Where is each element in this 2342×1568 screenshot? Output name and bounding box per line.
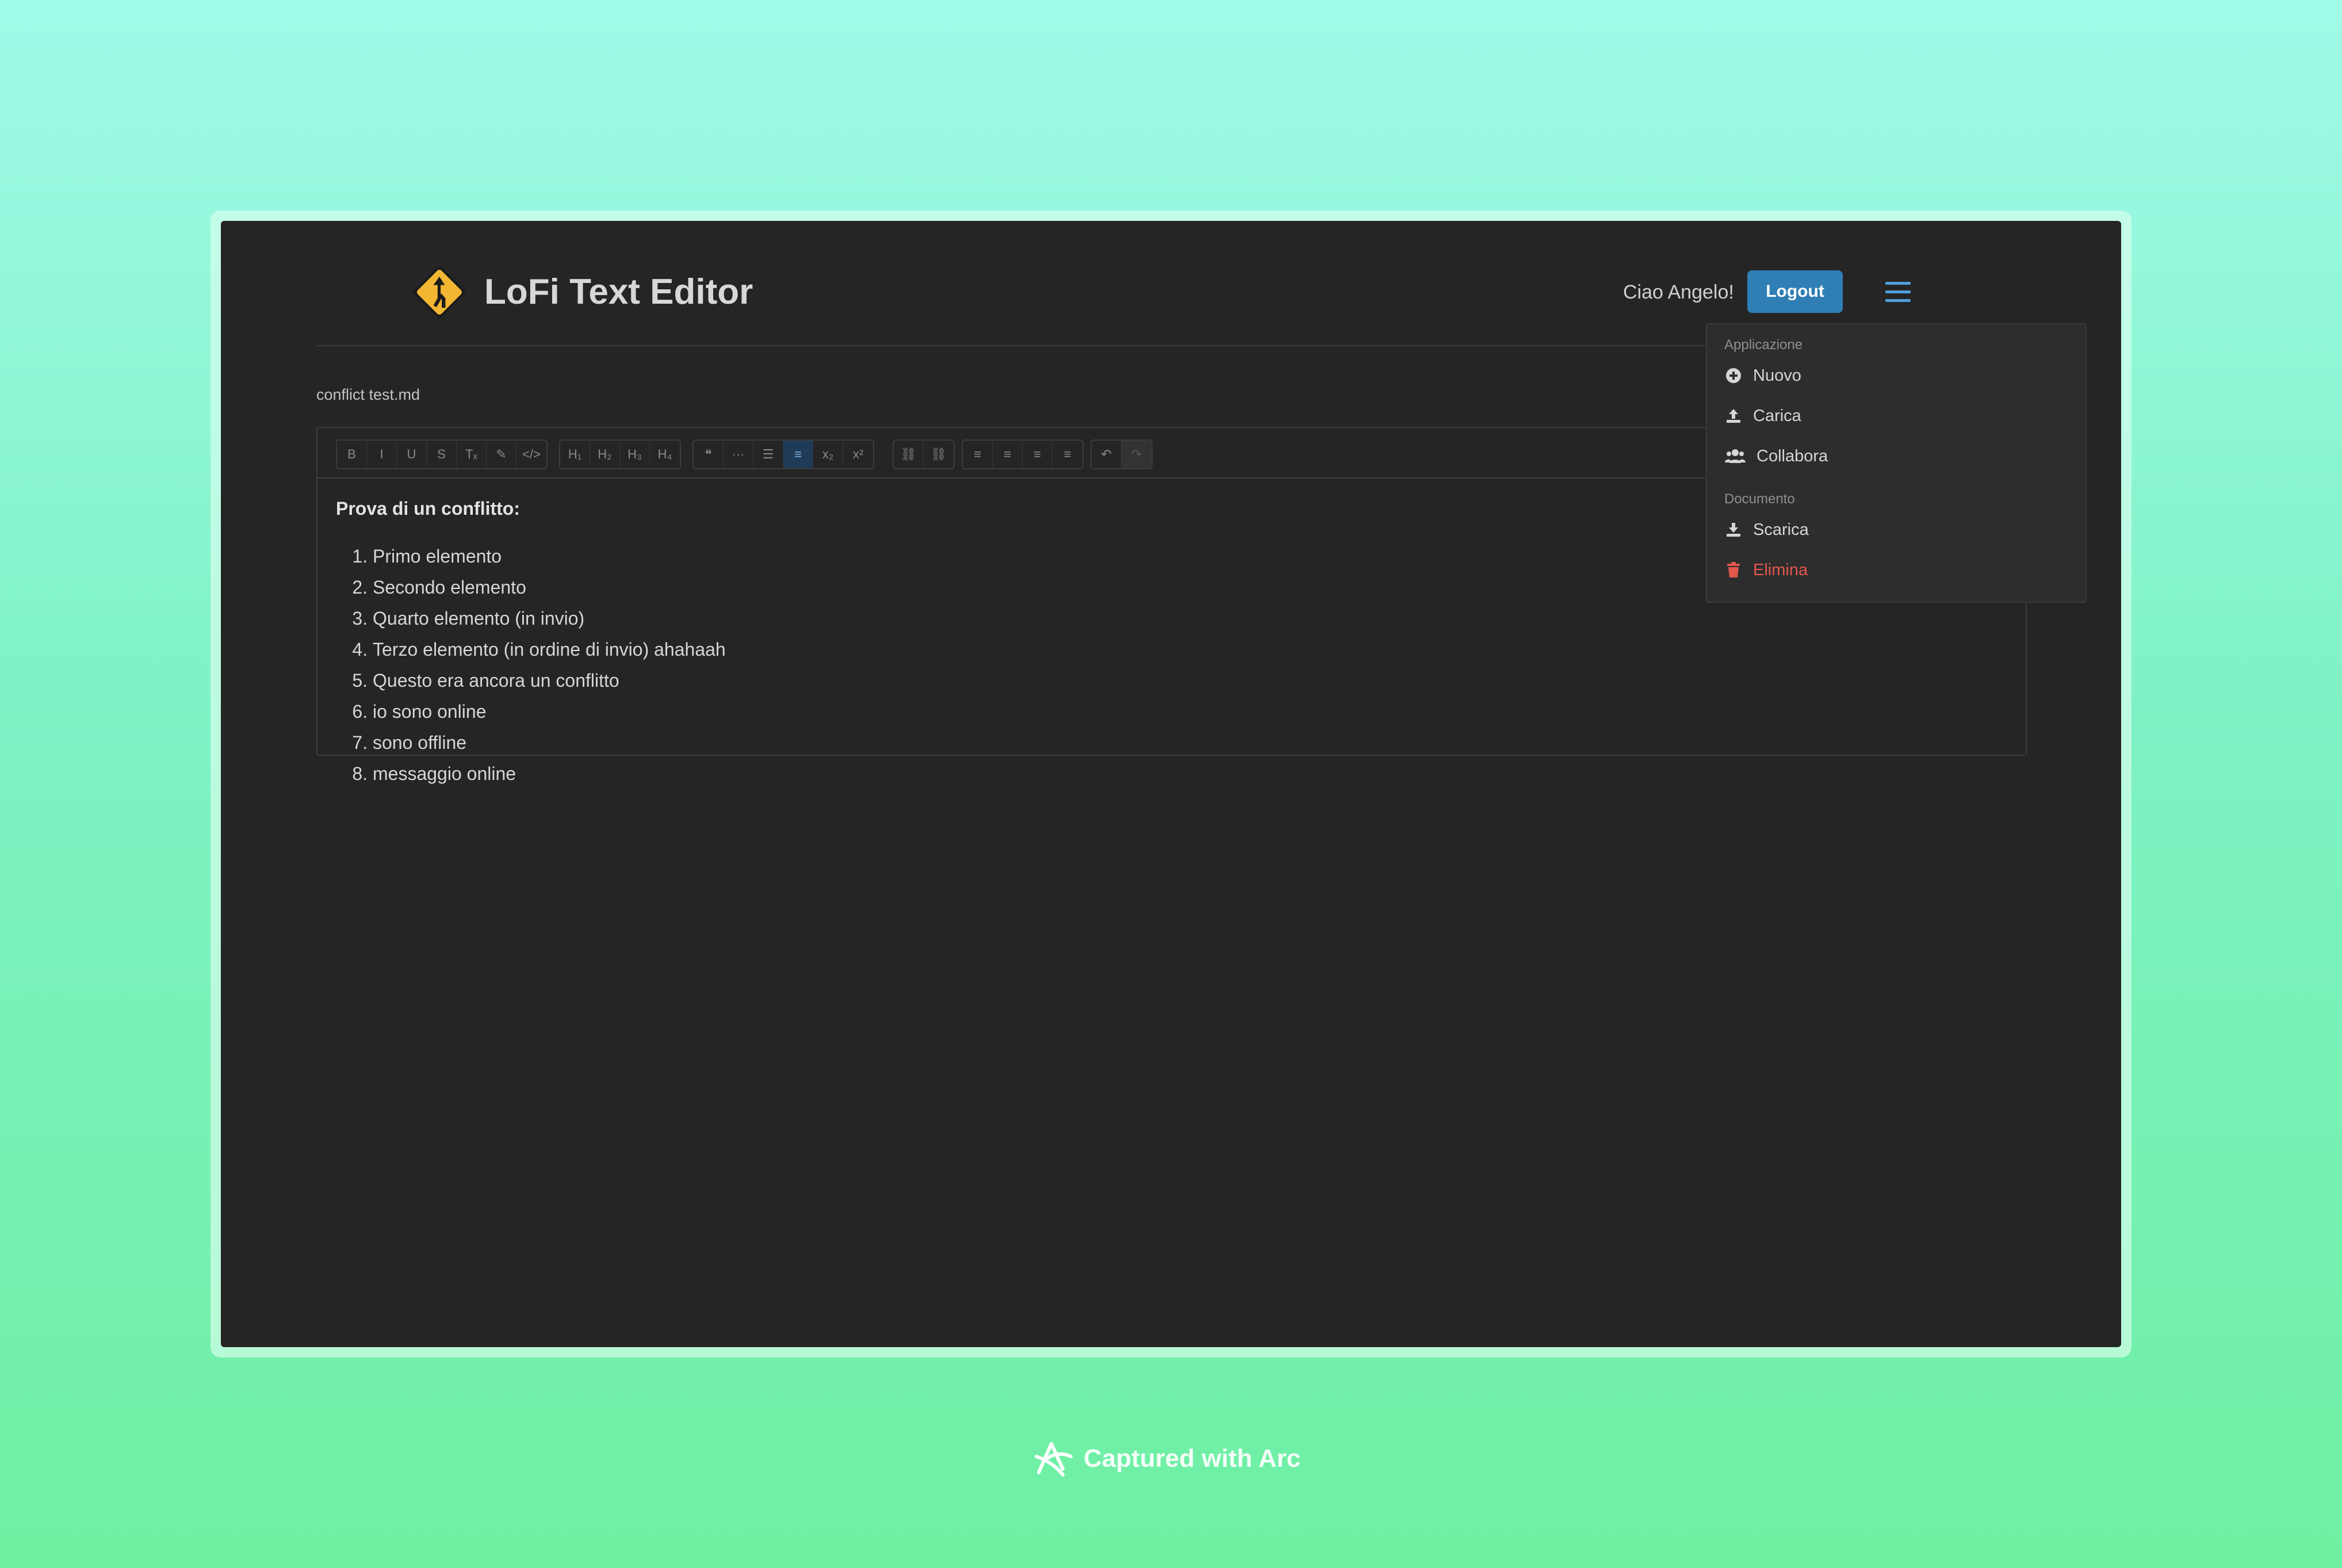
menu-item-new[interactable]: Nuovo bbox=[1724, 361, 1801, 390]
toolbar-group: ⛓ ⛓ bbox=[893, 439, 955, 469]
content-heading: Prova di un conflitto: bbox=[336, 498, 520, 519]
menu-item-upload[interactable]: Carica bbox=[1724, 401, 1801, 430]
underline-icon[interactable]: U bbox=[397, 441, 427, 468]
toolbar-group: B I U S Tₓ ✎ </> bbox=[336, 439, 548, 469]
heading-1-icon[interactable]: H₁ bbox=[560, 441, 590, 468]
link-icon[interactable]: ⛓ bbox=[894, 441, 924, 468]
align-right-icon[interactable]: ≡ bbox=[1053, 441, 1082, 468]
download-icon bbox=[1724, 521, 1743, 539]
user-greeting: Ciao Angelo! bbox=[1623, 281, 1734, 303]
align-left-icon[interactable]: ≡ bbox=[963, 441, 993, 468]
upload-icon bbox=[1724, 407, 1743, 425]
menu-item-download[interactable]: Scarica bbox=[1724, 515, 1809, 544]
bullet-list-icon[interactable]: ☰ bbox=[753, 441, 783, 468]
hamburger-dropdown-menu: Applicazione Nuovo Carica Collabora Docu… bbox=[1706, 323, 2087, 603]
list-item: sono offline bbox=[373, 727, 726, 758]
logout-button[interactable]: Logout bbox=[1747, 270, 1843, 313]
bold-icon[interactable]: B bbox=[337, 441, 367, 468]
toolbar-group: H₁ H₂ H₃ H₄ bbox=[559, 439, 681, 469]
superscript-icon[interactable]: x² bbox=[843, 441, 873, 468]
heading-2-icon[interactable]: H₂ bbox=[590, 441, 620, 468]
subscript-icon[interactable]: x₂ bbox=[813, 441, 843, 468]
toolbar-group: ≡ ≡ ≡ ≡ bbox=[962, 439, 1084, 469]
toolbar-group: ↶ ↷ bbox=[1090, 439, 1153, 469]
menu-item-label: Scarica bbox=[1753, 520, 1809, 539]
app-title: LoFi Text Editor bbox=[484, 272, 753, 312]
menu-item-collaborate[interactable]: Collabora bbox=[1724, 442, 1828, 471]
hamburger-menu-icon[interactable] bbox=[1881, 278, 1915, 306]
unlink-icon[interactable]: ⛓ bbox=[924, 441, 954, 468]
italic-icon[interactable]: I bbox=[367, 441, 397, 468]
heading-3-icon[interactable]: H₃ bbox=[620, 441, 650, 468]
strikethrough-icon[interactable]: S bbox=[427, 441, 457, 468]
undo-icon[interactable]: ↶ bbox=[1092, 441, 1122, 468]
horizontal-rule-icon[interactable]: ··· bbox=[724, 441, 753, 468]
users-icon bbox=[1724, 447, 1746, 465]
app-window: LoFi Text Editor Ciao Angelo! Logout con… bbox=[221, 221, 2121, 1347]
list-item: Questo era ancora un conflitto bbox=[373, 665, 726, 696]
menu-item-label: Elimina bbox=[1753, 560, 1808, 579]
trash-icon bbox=[1724, 561, 1743, 579]
toolbar-group: ❝ ··· ☰ ≡ x₂ x² bbox=[692, 439, 874, 469]
menu-item-delete[interactable]: Elimina bbox=[1724, 556, 1808, 584]
menu-section-document: Documento bbox=[1724, 491, 1795, 507]
blockquote-icon[interactable]: ❝ bbox=[694, 441, 724, 468]
editor-content[interactable]: Prova di un conflitto: Primo elemento Se… bbox=[336, 496, 726, 789]
menu-section-application: Applicazione bbox=[1724, 337, 1803, 353]
list-item: Terzo elemento (in ordine di invio) ahah… bbox=[373, 634, 726, 665]
ordered-list-icon[interactable]: ≡ bbox=[783, 441, 813, 468]
align-justify-icon[interactable]: ≡ bbox=[1023, 441, 1053, 468]
highlight-icon[interactable]: ✎ bbox=[487, 441, 516, 468]
credit-text: Captured with Arc bbox=[1084, 1444, 1301, 1473]
ordered-list: Primo elemento Secondo elemento Quarto e… bbox=[336, 541, 726, 789]
arc-capture-credit: Captured with Arc bbox=[1033, 1438, 1300, 1479]
menu-item-label: Carica bbox=[1753, 406, 1801, 425]
merge-sign-logo-icon bbox=[414, 266, 465, 318]
menu-item-label: Collabora bbox=[1756, 446, 1828, 465]
code-icon[interactable]: </> bbox=[516, 441, 546, 468]
heading-4-icon[interactable]: H₄ bbox=[650, 441, 680, 468]
list-item: messaggio online bbox=[373, 758, 726, 789]
list-item: Quarto elemento (in invio) bbox=[373, 603, 726, 634]
list-item: Secondo elemento bbox=[373, 572, 726, 603]
plus-circle-icon bbox=[1724, 366, 1743, 385]
menu-item-label: Nuovo bbox=[1753, 366, 1801, 385]
clear-format-icon[interactable]: Tₓ bbox=[457, 441, 487, 468]
arc-logo-icon bbox=[1035, 1442, 1073, 1477]
list-item: io sono online bbox=[373, 696, 726, 727]
list-item: Primo elemento bbox=[373, 541, 726, 572]
document-name: conflict test.md bbox=[316, 386, 420, 403]
redo-icon[interactable]: ↷ bbox=[1122, 441, 1151, 468]
align-center-icon[interactable]: ≡ bbox=[993, 441, 1023, 468]
